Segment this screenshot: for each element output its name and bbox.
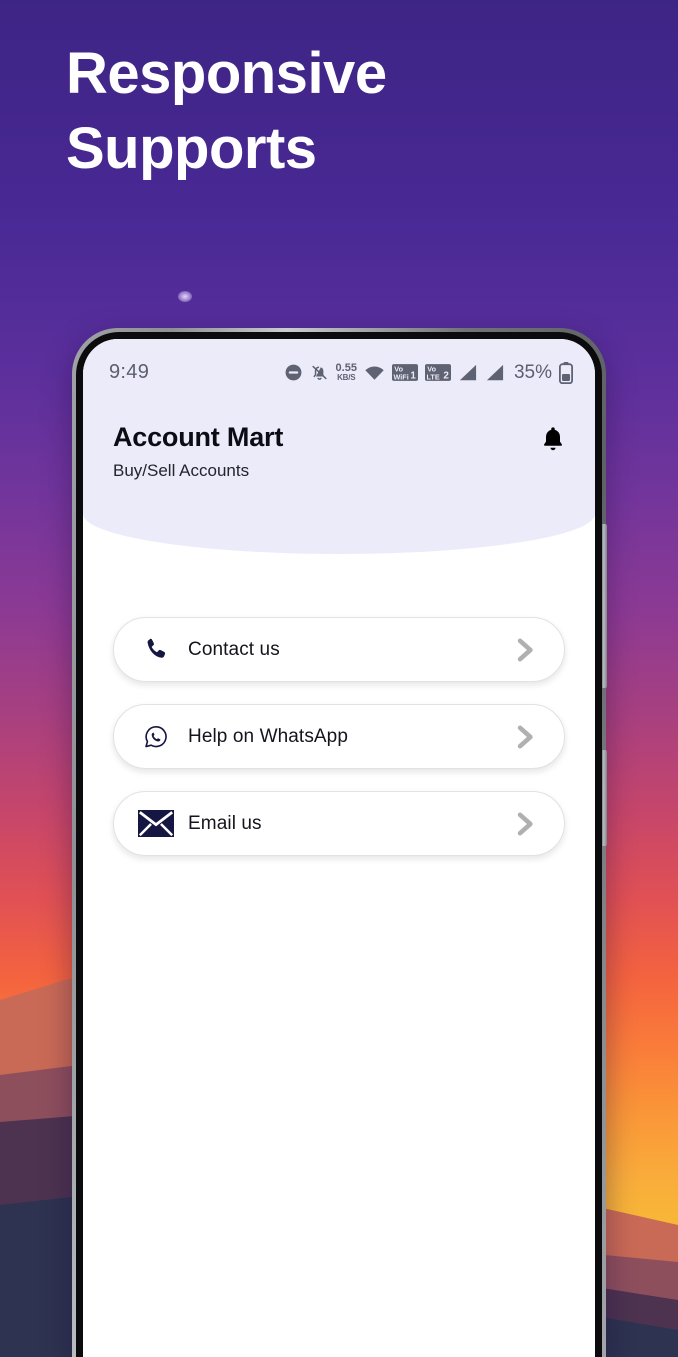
battery-percent: 35% bbox=[513, 361, 552, 383]
phone-mockup: 9:49 0.55 KB/S Vo WiFi 1 Vo LTE 2 35% Ac… bbox=[72, 328, 607, 1357]
data-rate-indicator: 0.55 KB/S bbox=[335, 362, 357, 382]
bokeh-dot bbox=[178, 291, 192, 302]
svg-text:1: 1 bbox=[410, 371, 416, 382]
support-options-list: Contact us Help on WhatsApp Email us bbox=[83, 617, 595, 878]
notification-bell-button[interactable] bbox=[533, 421, 573, 461]
svg-text:WiFi: WiFi bbox=[393, 372, 408, 381]
status-time: 9:49 bbox=[109, 361, 150, 383]
support-card-label: Contact us bbox=[188, 638, 280, 660]
support-card-email-us[interactable]: Email us bbox=[113, 791, 565, 856]
support-card-contact-us[interactable]: Contact us bbox=[113, 617, 565, 682]
status-bar: 9:49 0.55 KB/S Vo WiFi 1 Vo LTE 2 35% bbox=[83, 361, 595, 384]
app-header: 9:49 0.55 KB/S Vo WiFi 1 Vo LTE 2 35% Ac… bbox=[83, 339, 595, 554]
whatsapp-icon bbox=[138, 724, 174, 750]
support-card-label: Email us bbox=[188, 812, 262, 834]
phone-icon bbox=[138, 636, 174, 663]
svg-text:LTE: LTE bbox=[426, 372, 439, 381]
support-card-label: Help on WhatsApp bbox=[188, 725, 349, 747]
bell-icon bbox=[540, 425, 566, 458]
signal-bars-sim1-icon bbox=[458, 364, 478, 382]
vowifi-sim1-icon: Vo WiFi 1 bbox=[391, 363, 418, 382]
app-subtitle: Buy/Sell Accounts bbox=[113, 461, 250, 480]
chevron-right-icon bbox=[508, 633, 542, 667]
chevron-right-icon bbox=[508, 807, 542, 841]
chevron-right-icon bbox=[508, 720, 542, 754]
email-icon bbox=[138, 810, 174, 837]
app-title: Account Mart bbox=[113, 422, 284, 452]
bell-muted-icon bbox=[310, 363, 329, 382]
battery-icon bbox=[559, 361, 573, 384]
wifi-icon bbox=[364, 364, 385, 381]
signal-bars-sim2-icon bbox=[485, 364, 505, 382]
phone-screen: 9:49 0.55 KB/S Vo WiFi 1 Vo LTE 2 35% Ac… bbox=[83, 339, 595, 1357]
do-not-disturb-icon bbox=[284, 363, 303, 382]
page-title: Responsive Supports bbox=[66, 41, 387, 182]
support-card-help-on-whatsapp[interactable]: Help on WhatsApp bbox=[113, 704, 565, 769]
svg-text:2: 2 bbox=[443, 371, 449, 382]
volte-sim2-icon: Vo LTE 2 bbox=[424, 363, 451, 382]
